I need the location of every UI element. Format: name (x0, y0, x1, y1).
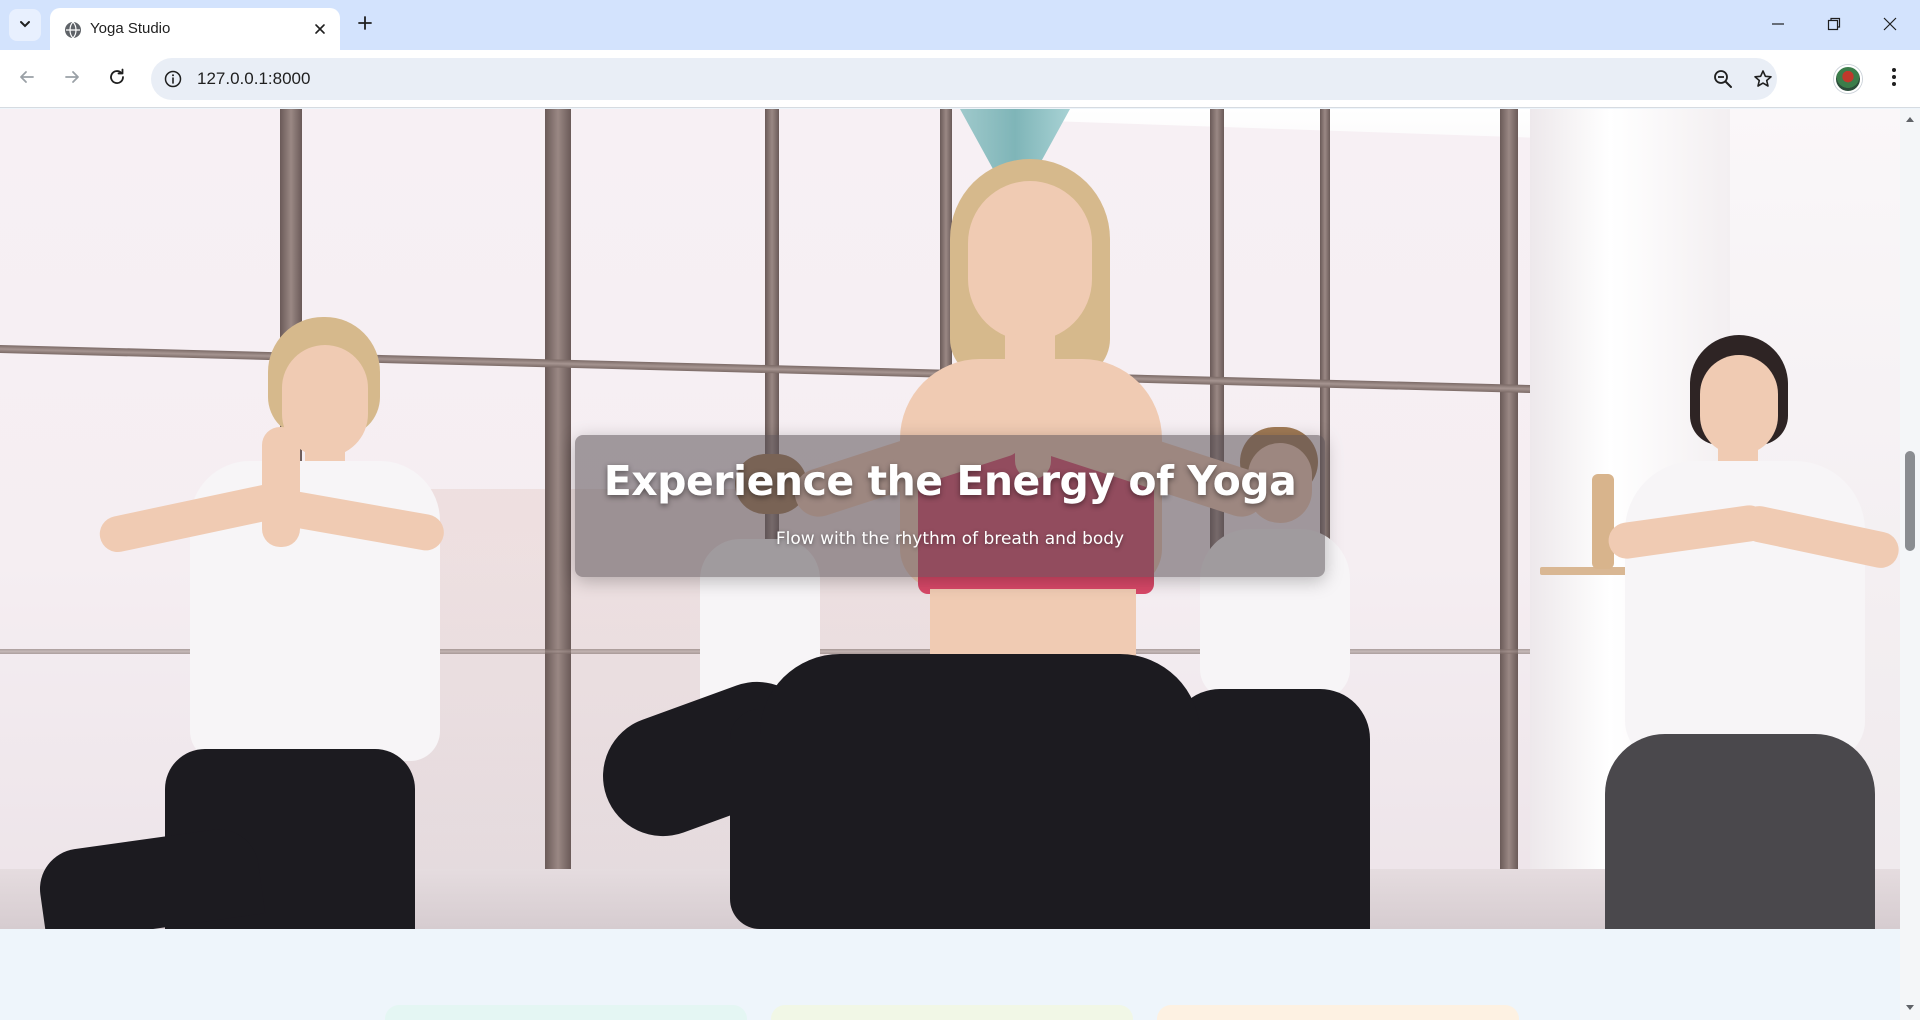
hero-section: Experience the Energy of Yoga Flow with … (0, 109, 1900, 929)
zoom-out-icon[interactable] (1711, 67, 1735, 91)
plus-icon (357, 15, 373, 35)
feature-card[interactable] (385, 1005, 747, 1020)
minimize-button[interactable] (1750, 0, 1806, 50)
chevron-down-icon (18, 16, 32, 35)
arrow-right-icon (63, 68, 81, 90)
hero-subtitle: Flow with the rhythm of breath and body (775, 529, 1125, 549)
back-button[interactable] (11, 63, 43, 95)
minimize-icon (1771, 16, 1785, 35)
tab-yoga-studio[interactable]: Yoga Studio (50, 8, 340, 50)
browser-toolbar: 127.0.0.1:8000 (0, 50, 1920, 108)
window-frame (1500, 109, 1518, 929)
url-text[interactable]: 127.0.0.1:8000 (197, 69, 310, 89)
page-scrollbar[interactable] (1900, 109, 1920, 1020)
feature-card[interactable] (771, 1005, 1133, 1020)
hero-text-card: Experience the Energy of Yoga Flow with … (575, 435, 1325, 577)
feature-card[interactable] (1157, 1005, 1519, 1020)
kebab-menu-icon (1891, 67, 1897, 91)
scrollbar-thumb[interactable] (1905, 451, 1915, 551)
tab-title: Yoga Studio (90, 20, 171, 37)
hero-background-shelf-item (1592, 474, 1614, 569)
reload-icon (108, 68, 126, 90)
close-window-button[interactable] (1862, 0, 1918, 50)
forward-button[interactable] (56, 63, 88, 95)
hero-title: Experience the Energy of Yoga (603, 457, 1297, 505)
globe-icon (64, 21, 82, 39)
close-icon (1883, 16, 1897, 35)
page-viewport: Experience the Energy of Yoga Flow with … (0, 109, 1920, 1020)
browser-menu-button[interactable] (1878, 63, 1910, 95)
arrow-left-icon (18, 68, 36, 90)
star-icon[interactable] (1751, 67, 1775, 91)
info-icon[interactable] (161, 67, 185, 91)
address-bar[interactable]: 127.0.0.1:8000 (151, 58, 1777, 100)
avatar[interactable] (1834, 65, 1862, 93)
scroll-down-arrow-icon[interactable] (1904, 1002, 1916, 1014)
browser-tab-strip: Yoga Studio (0, 0, 1920, 50)
new-tab-button[interactable] (352, 12, 378, 38)
reload-button[interactable] (101, 63, 133, 95)
window-frame (545, 109, 571, 929)
close-icon[interactable] (310, 19, 330, 39)
scroll-up-arrow-icon[interactable] (1904, 113, 1916, 125)
restore-button[interactable] (1806, 0, 1862, 50)
restore-icon (1827, 16, 1841, 35)
tab-search-button[interactable] (9, 9, 41, 41)
